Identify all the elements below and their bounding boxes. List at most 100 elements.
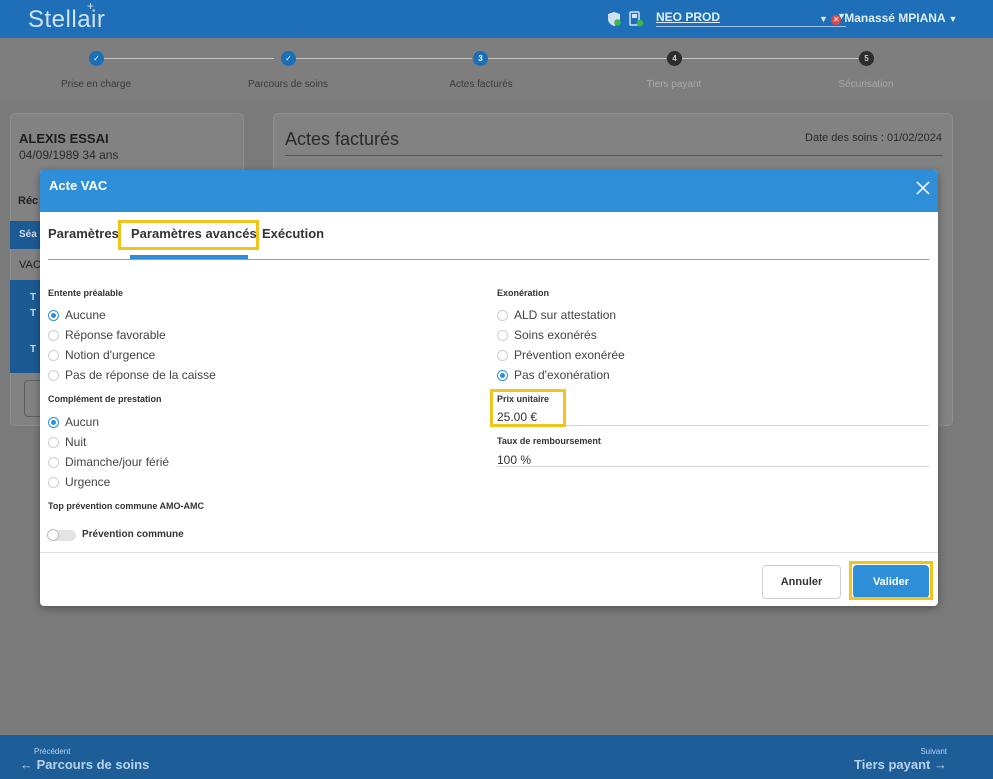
dialog-header: Acte VAC <box>40 170 938 212</box>
tab-parametres[interactable]: Paramètres <box>48 226 119 241</box>
radio-label: Pas de réponse de la caisse <box>65 368 216 382</box>
dialog-tabs: Paramètres Paramètres avancés Exécution <box>48 222 929 260</box>
radio-dot <box>497 369 508 381</box>
radio-label: Dimanche/jour férié <box>65 455 170 469</box>
previous-step-button[interactable]: Précédent ← Parcours de soins <box>20 747 149 774</box>
next-step-button[interactable]: Suivant Tiers payant → <box>854 747 947 774</box>
radio-dot <box>48 349 59 361</box>
step-label-parcours-de-soins[interactable]: Parcours de soins <box>218 79 358 90</box>
bg-fragment: Réc <box>18 195 39 207</box>
patient-name: ALEXIS ESSAI <box>19 131 109 146</box>
tab-parametres-avances[interactable]: Paramètres avancés <box>131 226 257 241</box>
radio-exo-soins[interactable]: Soins exonérés <box>497 328 597 342</box>
shield-icon[interactable] <box>606 11 622 27</box>
patient-dob: 04/09/1989 34 ans <box>19 148 119 162</box>
radio-dot <box>497 309 508 321</box>
acte-vac-dialog: Acte VAC Paramètres Paramètres avancés E… <box>40 170 938 606</box>
user-name: Manassé MPIANA <box>844 11 946 25</box>
next-label: Tiers payant <box>854 757 931 772</box>
active-tab-indicator <box>130 255 248 259</box>
step-connector <box>296 58 472 59</box>
radio-label: ALD sur attestation <box>514 308 617 322</box>
bg-fragment: VAC <box>19 259 41 271</box>
bottom-bar: Précédent ← Parcours de soins Suivant Ti… <box>0 735 993 779</box>
tab-execution[interactable]: Exécution <box>262 226 324 241</box>
cancel-button[interactable]: Annuler <box>762 565 841 599</box>
bg-fragment: T <box>30 344 37 355</box>
close-icon[interactable] <box>916 181 930 195</box>
radio-exo-ald[interactable]: ALD sur attestation <box>497 308 616 322</box>
radio-dot <box>48 436 59 448</box>
radio-dot <box>48 369 59 381</box>
step-1-check-icon[interactable]: ✓ <box>89 51 104 66</box>
radio-dot <box>48 309 59 321</box>
dialog-title: Acte VAC <box>49 178 108 193</box>
actes-title: Actes facturés <box>285 129 400 149</box>
bg-fragment: T <box>30 292 37 303</box>
radio-label: Urgence <box>65 475 111 489</box>
radio-dot <box>48 329 59 341</box>
step-label-tiers-payant: Tiers payant <box>646 79 702 90</box>
validate-button[interactable]: Valider <box>853 565 929 598</box>
taux-label: Taux de remboursement <box>497 436 601 446</box>
step-2-check-icon[interactable]: ✓ <box>281 51 296 66</box>
radio-entente-pas-de-reponse[interactable]: Pas de réponse de la caisse <box>48 368 216 382</box>
environment-select[interactable]: NEO PROD ▼ <box>656 10 846 27</box>
radio-label: Prévention exonérée <box>514 348 625 362</box>
taux-field[interactable]: 100 % <box>497 453 531 467</box>
complement-label: Complément de prestation <box>48 394 162 404</box>
radio-entente-aucune[interactable]: Aucune <box>48 308 106 322</box>
step-label-prise-en-charge[interactable]: Prise en charge <box>26 79 166 90</box>
radio-dot <box>48 416 59 428</box>
divider <box>285 155 943 156</box>
step-connector <box>104 58 274 59</box>
user-menu[interactable]: ▼ ✕ Manassé MPIANA ▼ <box>819 11 979 25</box>
prix-unitaire-field[interactable]: 25.00 € <box>497 410 537 424</box>
step-connector <box>488 58 666 59</box>
step-label-actes-factures[interactable]: Actes facturés <box>411 79 551 90</box>
radio-dot <box>48 476 59 488</box>
radio-label: Réponse favorable <box>65 328 166 342</box>
radio-label: Notion d'urgence <box>65 348 156 362</box>
radio-label: Aucun <box>65 415 100 429</box>
app-logo[interactable]: Stellair + <box>28 0 105 34</box>
radio-dot <box>497 329 508 341</box>
step-5-marker: 5 <box>859 51 874 66</box>
previous-label: Parcours de soins <box>36 757 150 772</box>
error-icon: ✕ <box>831 15 842 25</box>
radio-exo-pas-exoneration[interactable]: Pas d'exonération <box>497 368 610 382</box>
step-4-marker: 4 <box>667 51 682 66</box>
dialog-footer-divider <box>40 552 938 553</box>
radio-complement-nuit[interactable]: Nuit <box>48 435 86 449</box>
previous-caption: Précédent <box>34 747 71 756</box>
bg-button <box>24 380 40 417</box>
radio-entente-urgence[interactable]: Notion d'urgence <box>48 348 155 362</box>
radio-dot <box>497 349 508 361</box>
radio-dot <box>48 456 59 468</box>
chevron-down-icon: ▼ <box>819 14 828 24</box>
radio-label: Pas d'exonération <box>514 368 610 382</box>
field-underline <box>497 425 929 426</box>
date-des-soins: Date des soins : 01/02/2024 <box>805 132 942 144</box>
next-caption: Suivant <box>920 747 947 756</box>
step-connector <box>682 58 858 59</box>
top-right-controls: NEO PROD ▼ ▼ ✕ Manassé MPIANA ▼ <box>606 9 957 29</box>
top-prevention-label: Top prévention commune AMO-AMC <box>48 501 204 511</box>
user-menu-caret-icon: ▼ <box>948 14 958 24</box>
stepper: ✓ ✓ 3 4 5 Prise en charge Parcours de so… <box>0 38 993 100</box>
radio-complement-aucun[interactable]: Aucun <box>48 415 99 429</box>
prevention-commune-toggle[interactable] <box>47 529 76 541</box>
toggle-knob <box>47 529 59 541</box>
radio-label: Soins exonérés <box>514 328 597 342</box>
card-reader-icon[interactable] <box>628 11 644 27</box>
prix-unitaire-label: Prix unitaire <box>497 394 550 404</box>
bg-fragment: T <box>30 308 37 319</box>
radio-complement-urgence[interactable]: Urgence <box>48 475 110 489</box>
radio-label: Nuit <box>65 435 87 449</box>
radio-exo-prevention[interactable]: Prévention exonérée <box>497 348 625 362</box>
radio-complement-dimanche[interactable]: Dimanche/jour férié <box>48 455 169 469</box>
radio-entente-reponse-favorable[interactable]: Réponse favorable <box>48 328 166 342</box>
step-3-marker[interactable]: 3 <box>473 51 488 66</box>
entente-label: Entente préalable <box>48 288 124 298</box>
radio-label: Aucune <box>65 308 106 322</box>
